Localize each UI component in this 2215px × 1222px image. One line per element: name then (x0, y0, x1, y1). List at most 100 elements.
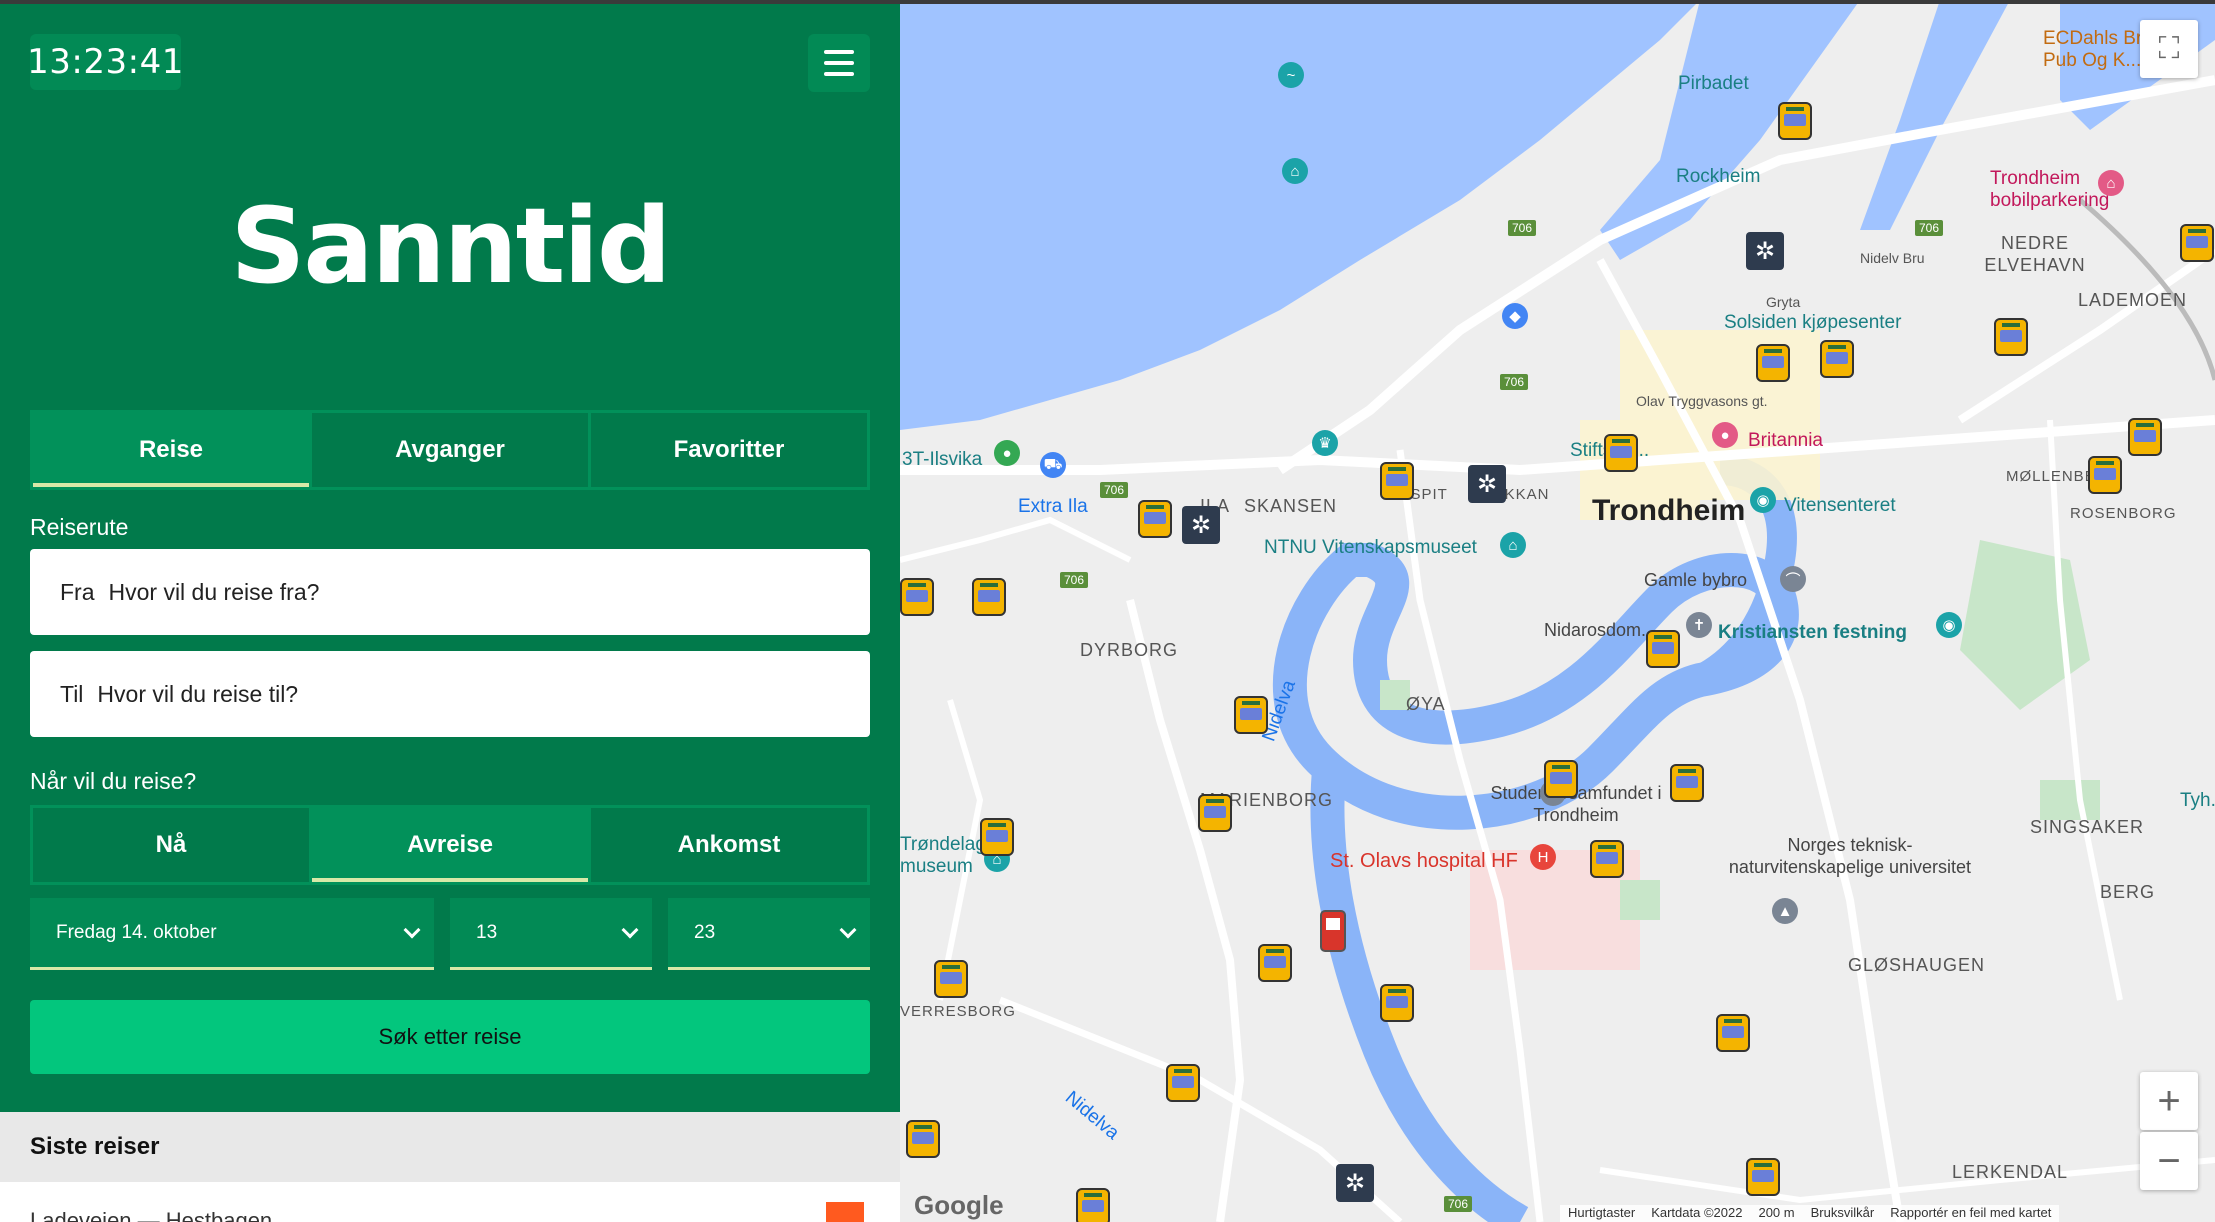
chevron-down-icon (839, 921, 857, 939)
parking-icon[interactable]: ⌂ (2098, 170, 2124, 196)
road-number-shield: 706 (1500, 374, 1529, 390)
map-attribution: Hurtigtaster Kartdata ©2022 200 m Bruksv… (1560, 1205, 2060, 1222)
map-label-gamle-bybro[interactable]: Gamle bybro (1644, 570, 1747, 591)
bus-icon[interactable] (2088, 456, 2122, 494)
cart-icon[interactable]: ⛟ (1040, 452, 1066, 478)
map-label-extra-ila[interactable]: Extra Ila (1018, 496, 1088, 518)
bus-icon[interactable] (1138, 500, 1172, 538)
flag-icon[interactable] (826, 1202, 864, 1222)
map-label-tyholt[interactable]: Tyh... (2180, 790, 2215, 812)
bus-icon[interactable] (1820, 340, 1854, 378)
bus-icon[interactable] (1604, 434, 1638, 472)
map-label-rockheim[interactable]: Rockheim (1676, 166, 1760, 188)
camera-icon[interactable]: ◉ (1936, 612, 1962, 638)
road-number-shield: 706 (1915, 220, 1944, 236)
bike-station-icon[interactable]: ✲ (1746, 232, 1784, 270)
bus-icon[interactable] (1544, 760, 1578, 798)
bus-icon[interactable] (900, 578, 934, 616)
map-label-oya: ØYA (1406, 694, 1446, 714)
bike-station-icon[interactable]: ✲ (1336, 1164, 1374, 1202)
map-label-lerkendal: LERKENDAL (1952, 1162, 2069, 1182)
map-label-britannia[interactable]: Britannia (1748, 430, 1823, 452)
chevron-down-icon (403, 921, 421, 939)
bus-icon[interactable] (972, 578, 1006, 616)
bus-icon[interactable] (1716, 1014, 1750, 1052)
bus-icon[interactable] (1670, 764, 1704, 802)
location-pin-icon[interactable]: ● (994, 440, 1020, 466)
hotel-icon[interactable]: ● (1712, 422, 1738, 448)
recent-trip-item[interactable]: Ladeveien — Hestbagen (0, 1182, 900, 1222)
bus-icon[interactable] (906, 1120, 940, 1158)
science-icon[interactable]: ◉ (1750, 487, 1776, 513)
map-label-st-olavs[interactable]: St. Olavs hospital HF (1330, 850, 1518, 873)
menu-button[interactable] (808, 34, 870, 92)
map-label-ntnu[interactable]: Norges teknisk-naturvitenskapelige unive… (1720, 834, 1980, 878)
date-select[interactable]: Fredag 14. oktober (30, 898, 434, 970)
tab-favoritter[interactable]: Favoritter (591, 413, 867, 487)
zoom-in-button[interactable]: + (2140, 1072, 2198, 1130)
map-label-pirbadet[interactable]: Pirbadet (1678, 73, 1749, 95)
palace-icon[interactable]: ♛ (1312, 430, 1338, 456)
from-field[interactable]: Fra (30, 549, 870, 635)
tab-arrival[interactable]: Ankomst (591, 808, 867, 882)
map-label-olav: Olav Tryggvasons gt. (1636, 393, 1768, 409)
map-label-trondelag-museum[interactable]: Trøndelag museum (900, 834, 986, 878)
fullscreen-button[interactable]: ⛶ (2140, 20, 2198, 78)
bus-icon[interactable] (980, 818, 1014, 856)
zoom-out-button[interactable]: − (2140, 1132, 2198, 1190)
bus-icon[interactable] (1746, 1158, 1780, 1196)
bus-icon[interactable] (1380, 984, 1414, 1022)
search-trip-button[interactable]: Søk etter reise (30, 1000, 870, 1074)
map-label-berg: BERG (2100, 882, 2156, 902)
hospital-icon[interactable]: H (1530, 844, 1556, 870)
terms-link[interactable]: Bruksvilkår (1811, 1205, 1875, 1222)
bike-station-icon[interactable]: ✲ (1182, 506, 1220, 544)
map-label-vitensenteret[interactable]: Vitensenteret (1784, 495, 1896, 517)
museum-icon[interactable]: ⌂ (1500, 532, 1526, 558)
bus-icon[interactable] (1076, 1188, 1110, 1222)
bus-icon[interactable] (1756, 344, 1790, 382)
map-label-ilsvika[interactable]: 3T-Ilsvika (902, 449, 982, 471)
bus-icon[interactable] (1198, 794, 1232, 832)
bus-icon[interactable] (1258, 944, 1292, 982)
bus-icon[interactable] (1234, 696, 1268, 734)
scale-label[interactable]: 200 m (1758, 1205, 1794, 1222)
tab-departure[interactable]: Avreise (312, 808, 591, 882)
map-label-rosenborg: ROSENBORG (2070, 505, 2177, 522)
bus-icon[interactable] (2180, 224, 2214, 262)
from-input[interactable] (108, 578, 709, 606)
when-tabs: Nå Avreise Ankomst (30, 805, 870, 885)
bus-icon[interactable] (1590, 840, 1624, 878)
tab-avganger[interactable]: Avganger (312, 413, 591, 487)
minute-select[interactable]: 23 (668, 898, 870, 970)
map-view[interactable]: Pirbadet Rockheim ECDahls Br... Pub Og K… (900, 0, 2215, 1222)
university-icon[interactable]: ▲ (1772, 898, 1798, 924)
keyboard-shortcuts-link[interactable]: Hurtigtaster (1568, 1205, 1635, 1222)
report-error-link[interactable]: Rapportér en feil med kartet (1890, 1205, 2051, 1222)
museum-icon[interactable]: ⌂ (1282, 158, 1308, 184)
bus-icon[interactable] (1166, 1064, 1200, 1102)
shopping-icon[interactable]: ◆ (1502, 303, 1528, 329)
tab-reise[interactable]: Reise (33, 413, 312, 487)
bridge-icon[interactable]: ⌒ (1780, 566, 1806, 592)
bus-icon[interactable] (2128, 418, 2162, 456)
to-input[interactable] (97, 680, 698, 708)
bus-icon[interactable] (1778, 102, 1812, 140)
map-label-nidarosdom[interactable]: Nidarosdom... (1544, 620, 1656, 641)
map-label-kristiansten[interactable]: Kristiansten festning (1718, 622, 1907, 644)
bus-icon[interactable] (934, 960, 968, 998)
google-logo: Google (914, 1190, 1004, 1220)
when-section-label: Når vil du reise? (30, 768, 197, 794)
bike-station-icon[interactable]: ✲ (1468, 465, 1506, 503)
to-field[interactable]: Til (30, 651, 870, 737)
tab-now[interactable]: Nå (33, 808, 312, 882)
pool-icon[interactable]: ~ (1278, 62, 1304, 88)
bus-icon[interactable] (1994, 318, 2028, 356)
bus-icon[interactable] (1380, 462, 1414, 500)
hour-select[interactable]: 13 (450, 898, 652, 970)
bus-icon[interactable] (1646, 630, 1680, 668)
map-label-ntnu-vitenskapsmuseet[interactable]: NTNU Vitenskapsmuseet (1264, 537, 1477, 559)
tram-icon[interactable] (1320, 910, 1346, 952)
map-label-solsiden[interactable]: Solsiden kjøpesenter (1724, 312, 1901, 334)
church-icon[interactable]: ✝ (1686, 612, 1712, 638)
